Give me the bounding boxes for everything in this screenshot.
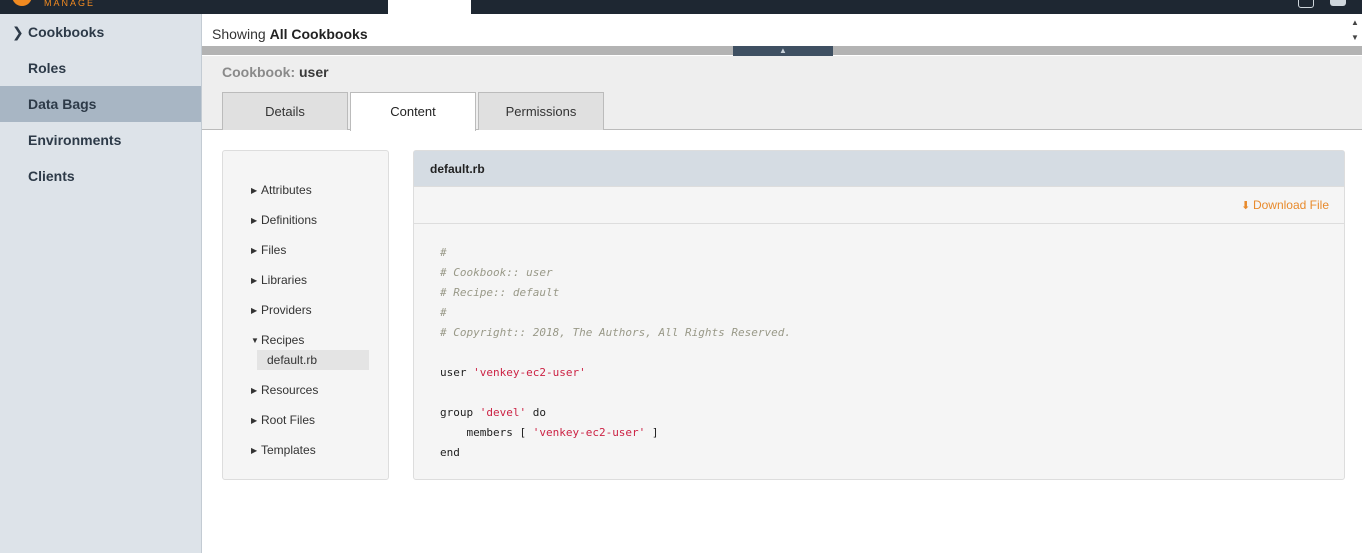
tree-item-label: Templates — [261, 443, 316, 457]
scroll-up-icon[interactable]: ▲ — [1351, 18, 1359, 27]
scroll-down-icon[interactable]: ▼ — [1351, 33, 1359, 42]
tree-item-label: Libraries — [261, 273, 308, 287]
tab-content[interactable]: Content — [350, 92, 476, 131]
caret-right-icon: ▶ — [251, 246, 258, 255]
cookbook-name: user — [299, 64, 329, 80]
page-title: Cookbook: user — [222, 64, 329, 80]
sidebar-item-label: Clients — [28, 168, 75, 184]
sidebar-item-label: Cookbooks — [28, 24, 105, 40]
chef-logo-icon[interactable] — [12, 0, 32, 6]
sidebar-item-label: Environments — [28, 132, 122, 148]
sidebar-item-label: Data Bags — [28, 96, 97, 112]
tree-item-files[interactable]: ▶ Files — [251, 243, 286, 257]
window-restore-icon[interactable] — [1298, 0, 1314, 8]
sidebar-item-roles[interactable]: Roles — [0, 50, 201, 86]
top-nav-active-tab[interactable] — [388, 0, 471, 14]
caret-right-icon: ▶ — [251, 306, 258, 315]
caret-right-icon: ▶ — [251, 386, 258, 395]
tab-permissions[interactable]: Permissions — [478, 92, 604, 130]
tree-item-libraries[interactable]: ▶ Libraries — [251, 273, 307, 287]
tree-item-label: Files — [261, 243, 287, 257]
file-name-header: default.rb — [414, 151, 1344, 187]
tree-item-root-files[interactable]: ▶ Root Files — [251, 413, 315, 427]
window-close-icon[interactable] — [1330, 0, 1346, 6]
sidebar-item-label: Roles — [28, 60, 67, 76]
tab-label: Details — [265, 104, 305, 119]
code-line: # — [440, 246, 447, 259]
sidebar-item-environments[interactable]: Environments — [0, 122, 201, 158]
tree-item-definitions[interactable]: ▶ Definitions — [251, 213, 317, 227]
code-line: end — [440, 446, 460, 459]
code-line: group 'devel' do — [440, 406, 546, 419]
chevron-right-icon: ❯ — [12, 24, 24, 40]
download-icon: ⬇ — [1240, 200, 1251, 212]
caret-right-icon: ▶ — [251, 276, 258, 285]
showing-prefix: Showing — [212, 26, 266, 42]
caret-down-icon: ▼ — [251, 336, 259, 345]
caret-right-icon: ▶ — [251, 186, 258, 195]
showing-value: All Cookbooks — [269, 26, 368, 42]
file-viewer: default.rb ⬇ Download File # # Cookbook::… — [413, 150, 1345, 480]
showing-text: Showing All Cookbooks — [212, 26, 368, 42]
code-line: # Cookbook:: user — [440, 266, 553, 279]
caret-right-icon: ▶ — [251, 216, 258, 225]
cookbook-header: Cookbook: user Details Content Permissio… — [202, 56, 1362, 131]
sidebar-item-cookbooks[interactable]: ❯ Cookbooks — [0, 14, 201, 50]
tree-file-default-rb[interactable]: default.rb — [257, 350, 369, 370]
tree-item-providers[interactable]: ▶ Providers — [251, 303, 312, 317]
tree-item-templates[interactable]: ▶ Templates — [251, 443, 316, 457]
sidebar-item-data-bags[interactable]: Data Bags — [0, 86, 201, 122]
caret-right-icon: ▶ — [251, 416, 258, 425]
download-file-link[interactable]: ⬇ Download File — [1241, 198, 1329, 212]
cookbook-label: Cookbook: — [222, 64, 296, 80]
tree-item-label: Definitions — [261, 213, 318, 227]
tree-item-label: Recipes — [261, 333, 305, 347]
tab-label: Permissions — [505, 104, 577, 119]
sidebar-item-clients[interactable]: Clients — [0, 158, 201, 194]
tab-details[interactable]: Details — [222, 92, 348, 130]
tree-item-attributes[interactable]: ▶ Attributes — [251, 183, 312, 197]
top-nav: MANAGE — [0, 0, 1362, 14]
tab-label: Content — [390, 104, 436, 119]
tree-item-label: Attributes — [261, 183, 312, 197]
tree-item-label: Resources — [261, 383, 319, 397]
showing-bar: Showing All Cookbooks — [202, 14, 1362, 46]
caret-right-icon: ▶ — [251, 446, 258, 455]
tree-item-label: Providers — [261, 303, 312, 317]
tree-item-resources[interactable]: ▶ Resources — [251, 383, 318, 397]
file-toolbar: ⬇ Download File — [414, 187, 1344, 224]
code-block: # # Cookbook:: user # Recipe:: default #… — [440, 243, 791, 463]
tree-item-recipes[interactable]: ▼ Recipes — [251, 333, 304, 347]
download-label: Download File — [1252, 198, 1329, 212]
code-line: user 'venkey-ec2-user' — [440, 366, 586, 379]
pane-collapse-handle[interactable]: ▲ — [733, 46, 833, 56]
code-line: # Copyright:: 2018, The Authors, All Rig… — [440, 326, 791, 339]
code-line: # — [440, 306, 447, 319]
sidebar: ❯ Cookbooks Roles Data Bags Environments… — [0, 14, 202, 553]
logo-text: MANAGE — [44, 0, 96, 8]
code-line: members [ 'venkey-ec2-user' ] — [440, 426, 659, 439]
tree-item-label: Root Files — [261, 413, 316, 427]
code-line: # Recipe:: default — [440, 286, 560, 299]
content-tree: ▶ Attributes ▶ Definitions ▶ Files ▶ Librari… — [222, 150, 389, 480]
